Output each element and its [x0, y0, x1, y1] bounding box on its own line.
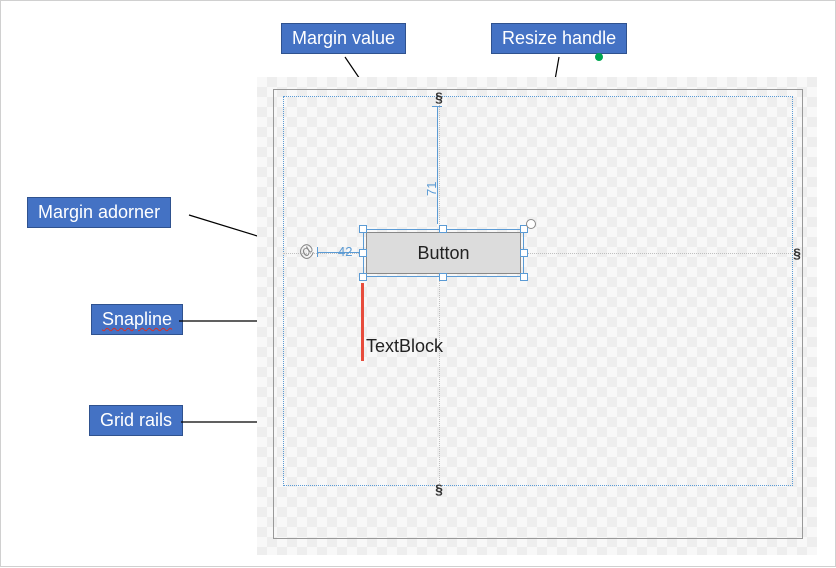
snapline: [361, 283, 364, 361]
selection-outline: [363, 229, 524, 277]
label-margin-value: Margin value: [281, 23, 406, 54]
textblock-control[interactable]: TextBlock: [366, 336, 443, 357]
grid-column-divider: [439, 96, 440, 486]
resize-handle-indicator-icon: [595, 53, 603, 61]
label-grid-rails: Grid rails: [89, 405, 183, 436]
margin-value-left[interactable]: 42: [338, 244, 352, 259]
margin-line-top[interactable]: [437, 106, 438, 224]
label-snapline: Snapline: [91, 304, 183, 335]
grid-gripper-top[interactable]: §: [435, 89, 443, 105]
grid-rails: [283, 96, 793, 486]
resize-handle-s[interactable]: [439, 273, 447, 281]
resize-handle-se[interactable]: [520, 273, 528, 281]
resize-handle-sw[interactable]: [359, 273, 367, 281]
resize-handle-nw[interactable]: [359, 225, 367, 233]
label-margin-adorner: Margin adorner: [27, 197, 171, 228]
margin-value-top[interactable]: 71: [424, 182, 439, 196]
resize-handle-e[interactable]: [520, 249, 528, 257]
margin-cap-top: [432, 106, 442, 107]
resize-handle-round[interactable]: [526, 219, 536, 229]
resize-handle-w[interactable]: [359, 249, 367, 257]
grid-gripper-bottom[interactable]: §: [435, 481, 443, 497]
grid-gripper-right[interactable]: §: [789, 249, 805, 257]
resize-handle-n[interactable]: [439, 225, 447, 233]
label-resize-handle: Resize handle: [491, 23, 627, 54]
